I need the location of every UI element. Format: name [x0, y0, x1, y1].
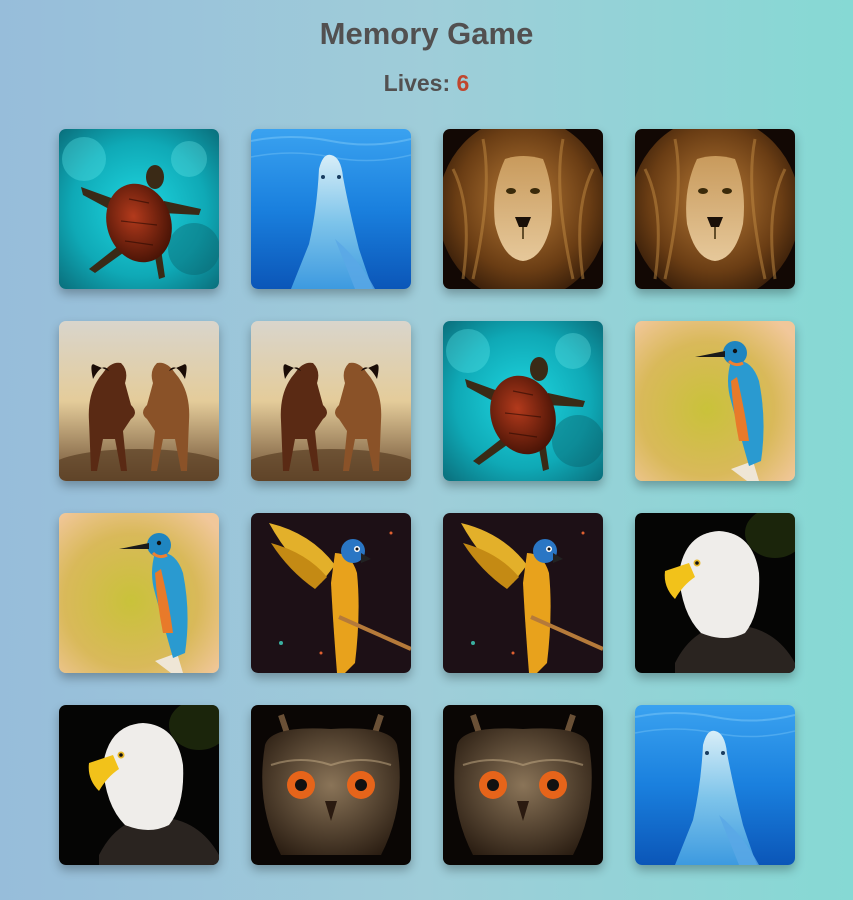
lion-picture	[635, 129, 795, 289]
kingfisher-picture	[635, 321, 795, 481]
eagle-picture	[59, 705, 219, 865]
card-kingfisher[interactable]	[59, 513, 219, 673]
owl-picture	[251, 705, 411, 865]
horses-picture	[251, 321, 411, 481]
card-lion[interactable]	[443, 129, 603, 289]
owl-picture	[443, 705, 603, 865]
card-lion[interactable]	[635, 129, 795, 289]
lives-indicator: Lives: 6	[0, 68, 853, 98]
card-eagle[interactable]	[59, 705, 219, 865]
card-grid	[59, 129, 795, 865]
card-owl[interactable]	[443, 705, 603, 865]
card-parrot[interactable]	[251, 513, 411, 673]
card-eagle[interactable]	[635, 513, 795, 673]
card-owl[interactable]	[251, 705, 411, 865]
card-dolphin[interactable]	[635, 705, 795, 865]
card-horses[interactable]	[59, 321, 219, 481]
dolphin-picture	[635, 705, 795, 865]
card-parrot[interactable]	[443, 513, 603, 673]
turtle-picture	[443, 321, 603, 481]
parrot-picture	[443, 513, 603, 673]
card-dolphin[interactable]	[251, 129, 411, 289]
card-kingfisher[interactable]	[635, 321, 795, 481]
lives-label: Lives:	[383, 70, 451, 96]
lives-count: 6	[456, 70, 470, 96]
horses-picture	[59, 321, 219, 481]
card-turtle[interactable]	[443, 321, 603, 481]
parrot-picture	[251, 513, 411, 673]
card-turtle[interactable]	[59, 129, 219, 289]
page-title: Memory Game	[319, 16, 534, 51]
dolphin-picture	[251, 129, 411, 289]
lion-picture	[443, 129, 603, 289]
kingfisher-picture	[59, 513, 219, 673]
eagle-picture	[635, 513, 795, 673]
turtle-picture	[59, 129, 219, 289]
card-horses[interactable]	[251, 321, 411, 481]
